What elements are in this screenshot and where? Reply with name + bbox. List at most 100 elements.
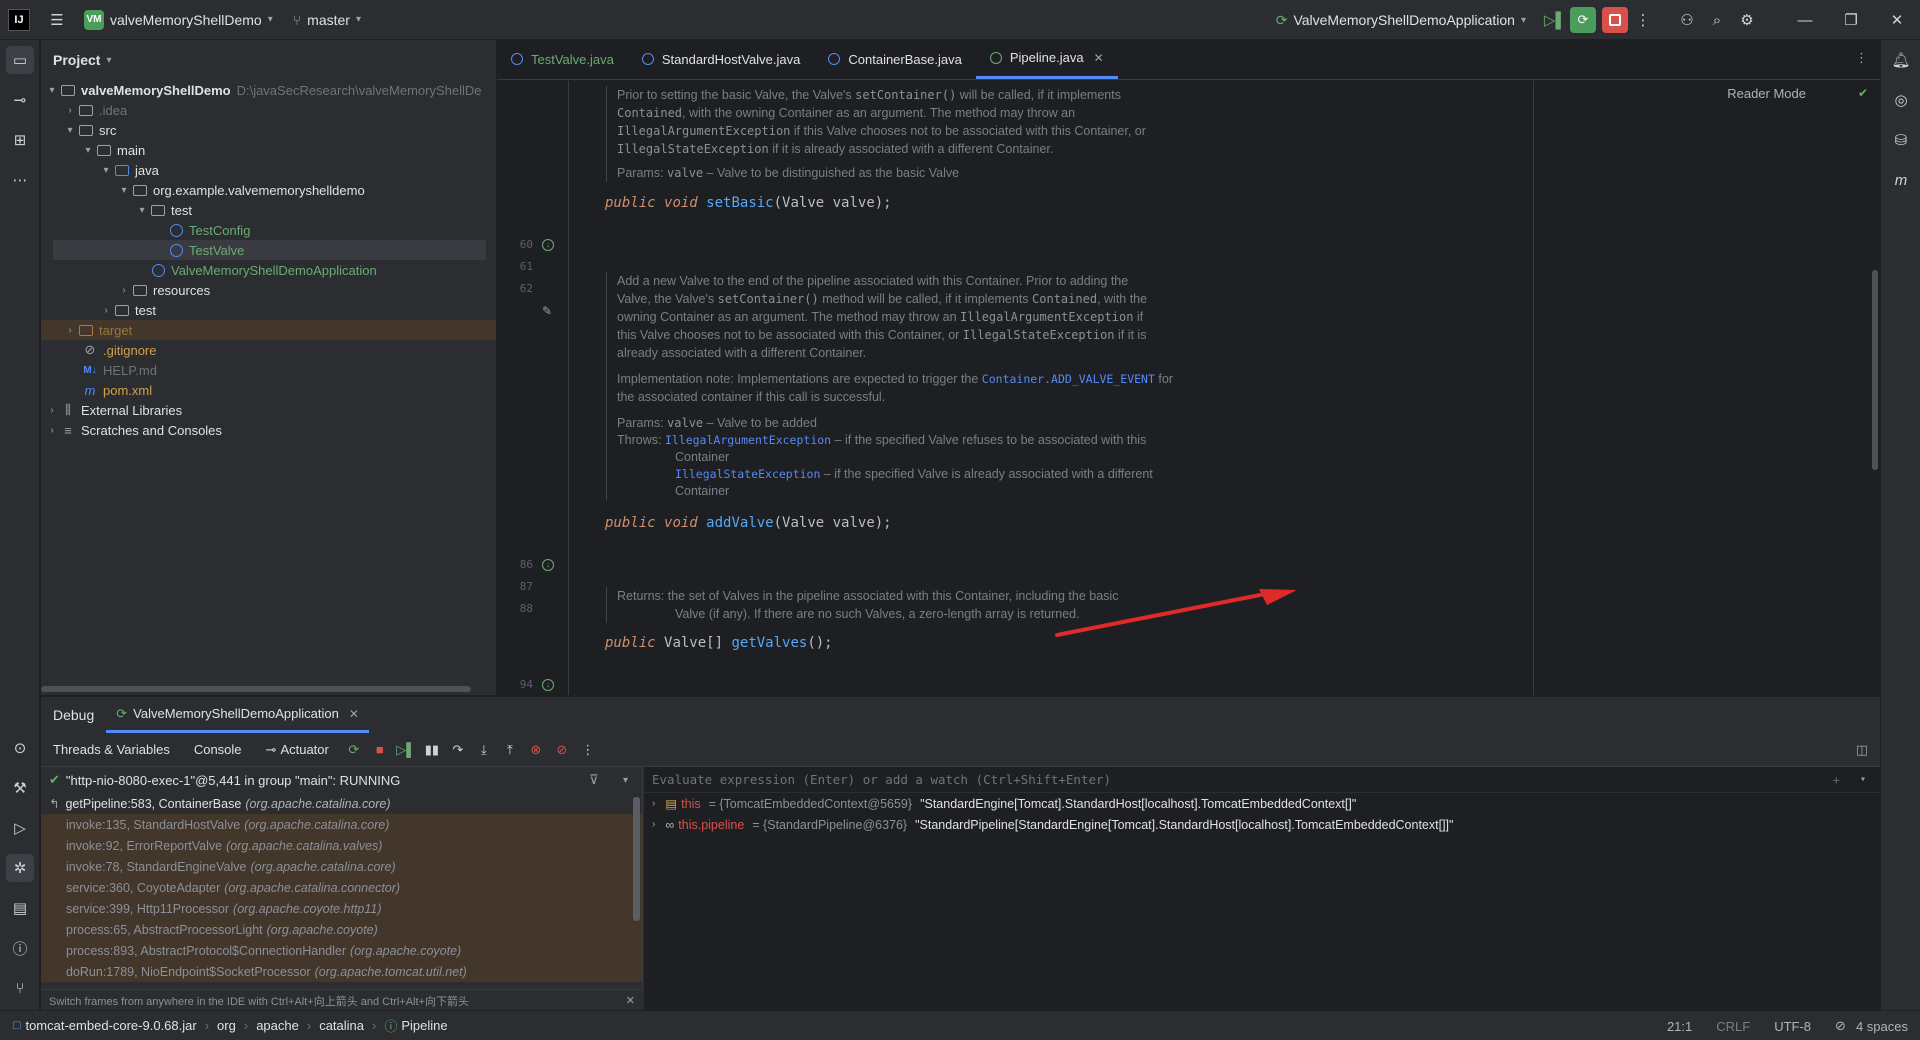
more-actions-icon[interactable]: ⋮ — [1628, 5, 1658, 35]
restore-icon[interactable]: ❐ — [1828, 5, 1874, 35]
add-watch-icon[interactable]: + — [1832, 772, 1840, 787]
ai-assistant-icon[interactable]: ◎ — [1887, 86, 1915, 114]
tab-console[interactable]: Console — [182, 742, 254, 757]
tree-item-testconfig[interactable]: TestConfig — [41, 220, 496, 240]
tree-item-application[interactable]: ValveMemoryShellDemoApplication — [41, 260, 496, 280]
services-icon[interactable]: ⊙ — [6, 734, 34, 762]
caret-position[interactable]: 21:1 — [1667, 1019, 1692, 1034]
debug-session-tab[interactable]: ⟳ ValveMemoryShellDemoApplication ✕ — [106, 697, 369, 733]
breadcrumb-item[interactable]: catalina — [319, 1018, 364, 1033]
stack-frame[interactable]: invoke:135, StandardHostValve (org.apache… — [41, 814, 642, 835]
tab-threads-variables[interactable]: Threads & Variables — [41, 742, 182, 757]
file-encoding[interactable]: UTF-8 — [1774, 1019, 1811, 1034]
pause-icon[interactable]: ▮▮ — [419, 742, 445, 758]
branch-selector[interactable]: ⑂ master ▾ — [293, 12, 361, 28]
gear-icon[interactable]: ⚙ — [1732, 5, 1762, 35]
indent-setting[interactable]: 4 spaces — [1856, 1019, 1908, 1034]
project-selector[interactable]: VM valveMemoryShellDemo ▾ — [84, 9, 273, 30]
database-icon[interactable]: ⛁ — [1887, 126, 1915, 154]
tree-item-root[interactable]: ▾ valveMemoryShellDemo D:\javaSecResearc… — [41, 80, 496, 100]
stack-frame[interactable]: process:893, AbstractProtocol$Connection… — [41, 940, 642, 961]
debug-tool-icon[interactable]: ✲ — [6, 854, 34, 882]
tree-item-idea[interactable]: › .idea — [41, 100, 496, 120]
readonly-lock-icon[interactable]: ⊘ — [1835, 1018, 1846, 1034]
variable-row[interactable]: › ∞ this.pipeline = {StandardPipeline@63… — [644, 814, 1880, 835]
notifications-icon[interactable]: 🔔︎ — [1887, 46, 1915, 74]
tree-item-resources[interactable]: › resources — [41, 280, 496, 300]
intellij-logo-icon[interactable]: IJ — [8, 8, 30, 31]
stack-frame[interactable]: invoke:78, StandardEngineValve (org.apach… — [41, 856, 642, 877]
tree-item-gitignore[interactable]: ⊘ .gitignore — [41, 340, 496, 360]
build-icon[interactable]: ⚒ — [6, 774, 34, 802]
debug-session-label: ValveMemoryShellDemoApplication — [133, 706, 339, 721]
step-out-icon[interactable]: ⤒ — [497, 742, 523, 758]
stack-frame[interactable]: process:65, AbstractProcessorLight (org.a… — [41, 919, 642, 940]
tab-actuator[interactable]: ⊸ Actuator — [254, 742, 341, 758]
horizontal-scrollbar[interactable] — [41, 686, 471, 692]
chevron-down-icon: ▾ — [106, 54, 112, 66]
more-tools-icon[interactable]: ⋯ — [6, 166, 34, 194]
breadcrumb-item[interactable]: tomcat-embed-core-9.0.68.jar — [25, 1018, 196, 1033]
frames-scrollbar[interactable] — [633, 797, 640, 921]
tree-item-src[interactable]: ▾ src — [41, 120, 496, 140]
terminal-icon[interactable]: ▤ — [6, 894, 34, 922]
tree-item-main[interactable]: ▾ main — [41, 140, 496, 160]
tree-item-testvalve[interactable]: TestValve — [53, 240, 486, 260]
tree-item-target[interactable]: › target — [41, 320, 496, 340]
stop-icon[interactable]: ■ — [367, 742, 393, 757]
chevron-down-icon[interactable]: ▾ — [1860, 774, 1866, 785]
tree-item-helpmd[interactable]: M↓ HELP.md — [41, 360, 496, 380]
run-icon[interactable]: ▷ — [6, 814, 34, 842]
step-into-icon[interactable]: ⤓ — [471, 742, 497, 758]
close-tab-icon[interactable]: ✕ — [349, 707, 359, 721]
rerun-debug-button[interactable]: ⟳ — [1570, 7, 1596, 33]
close-icon[interactable]: ✕ — [1874, 5, 1920, 35]
main-menu-icon[interactable]: ☰ — [42, 5, 72, 35]
tree-item-package[interactable]: ▾ org.example.valvememoryshelldemo — [41, 180, 496, 200]
evaluate-expression-input[interactable]: Evaluate expression (Enter) or add a wat… — [644, 767, 1880, 793]
resume-program-icon[interactable]: ▷▌ — [393, 742, 419, 758]
add-user-icon[interactable]: ⚇ — [1672, 5, 1702, 35]
line-separator[interactable]: CRLF — [1716, 1019, 1750, 1034]
view-breakpoints-icon[interactable]: ⊗ — [523, 742, 549, 758]
breadcrumb-item[interactable]: apache — [256, 1018, 299, 1033]
filter-icon[interactable]: ⊽ — [589, 772, 599, 788]
maven-icon[interactable]: m — [1887, 166, 1915, 194]
run-config-selector[interactable]: ⟳ ValveMemoryShellDemoApplication ▾ — [1276, 12, 1526, 29]
breadcrumb-item[interactable]: Pipeline — [401, 1018, 447, 1033]
stack-frame[interactable]: service:360, CoyoteAdapter (org.apache.ca… — [41, 877, 642, 898]
stack-frame[interactable]: invoke:92, ErrorReportValve (org.apache.c… — [41, 835, 642, 856]
stop-button[interactable] — [1602, 7, 1628, 33]
tree-item-scratches[interactable]: › ≡ Scratches and Consoles — [41, 420, 496, 440]
stack-frame[interactable]: service:399, Http11Processor (org.apache.… — [41, 898, 642, 919]
step-over-icon[interactable]: ↷ — [445, 742, 471, 758]
chevron-right-icon[interactable]: › — [652, 798, 655, 809]
chevron-down-icon[interactable]: ▾ — [623, 775, 628, 786]
minimize-icon[interactable]: — — [1782, 5, 1828, 35]
project-panel-header[interactable]: Project ▾ — [41, 40, 496, 80]
close-icon[interactable]: ✕ — [626, 994, 635, 1007]
problems-icon[interactable]: ⓘ — [6, 934, 34, 962]
chevron-right-icon[interactable]: › — [652, 819, 655, 830]
tree-item-external-libraries[interactable]: › ⫼ External Libraries — [41, 400, 496, 420]
tree-item-test[interactable]: › test — [41, 300, 496, 320]
editor-vertical-scrollbar[interactable] — [1872, 270, 1878, 470]
breadcrumb-item[interactable]: org — [217, 1018, 236, 1033]
commit-icon[interactable]: ⊸ — [6, 86, 34, 114]
mute-breakpoints-icon[interactable]: ⊘ — [549, 742, 575, 758]
tree-item-java[interactable]: ▾ java — [41, 160, 496, 180]
git-icon[interactable]: ⑂ — [6, 974, 34, 1002]
layout-icon[interactable]: ◫ — [1856, 742, 1868, 758]
rerun-icon[interactable]: ⟳ — [341, 742, 367, 758]
stack-frame[interactable]: ↰ getPipeline:583, ContainerBase (org.apac… — [41, 793, 642, 814]
structure-icon[interactable]: ⊞ — [6, 126, 34, 154]
resume-icon[interactable]: ▷▌ — [1540, 5, 1570, 35]
project-tool-icon[interactable]: ▭ — [6, 46, 34, 74]
tree-item-test-package[interactable]: ▾ test — [41, 200, 496, 220]
variable-row[interactable]: › ▤ this = {TomcatEmbeddedContext@5659} … — [644, 793, 1880, 814]
search-icon[interactable]: ⌕ — [1702, 5, 1732, 35]
tree-item-pom[interactable]: m pom.xml — [41, 380, 496, 400]
thread-selector[interactable]: ✔ "http-nio-8080-exec-1"@5,441 in group … — [41, 767, 642, 793]
stack-frame[interactable]: doRun:1789, NioEndpoint$SocketProcessor(… — [41, 961, 642, 982]
more-actions-icon[interactable]: ⋮ — [575, 742, 601, 758]
